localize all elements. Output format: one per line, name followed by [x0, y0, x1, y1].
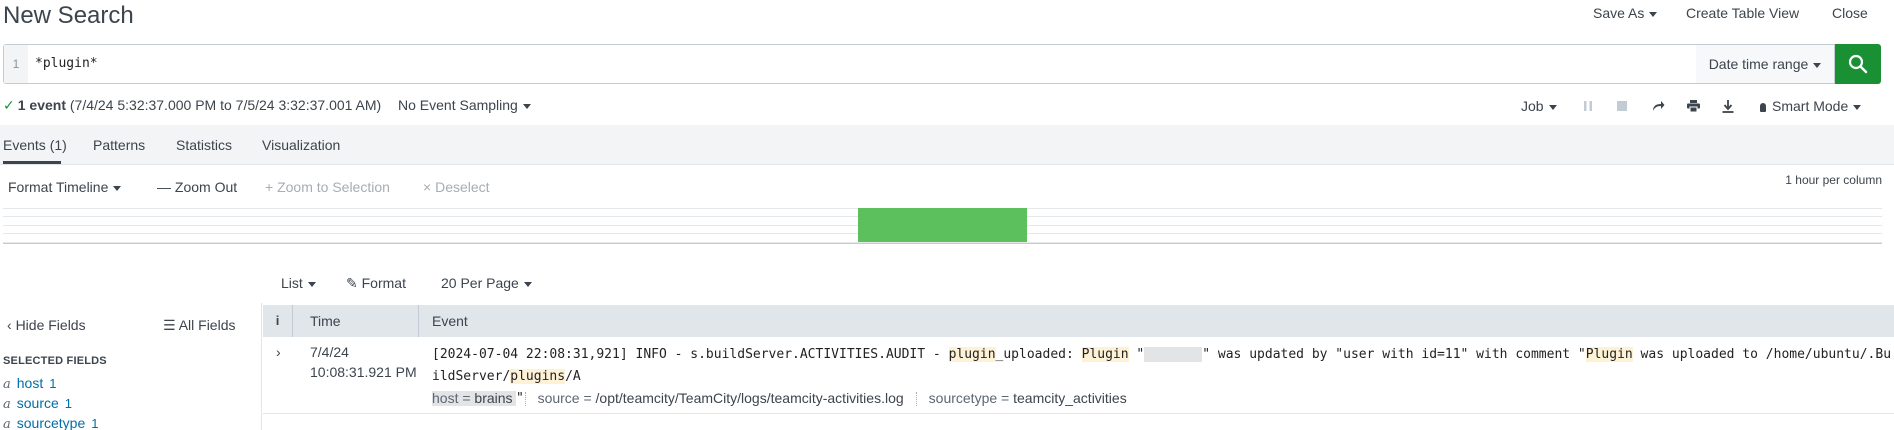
- save-as-menu[interactable]: Save As: [1593, 5, 1657, 21]
- chevron-left-icon: ‹: [7, 317, 12, 333]
- field-type-icon: a: [3, 377, 11, 392]
- field-name: host: [16, 375, 44, 391]
- check-icon: ✓: [3, 97, 15, 113]
- event-time: 10:08:31.921 PM: [310, 364, 417, 380]
- selected-fields-heading: SELECTED FIELDS: [3, 355, 107, 367]
- event-date: 7/4/24: [310, 344, 349, 360]
- field-source[interactable]: a source 1: [3, 395, 72, 412]
- tab-events[interactable]: Events (1): [3, 137, 67, 153]
- stop-button[interactable]: [1612, 96, 1632, 116]
- field-host[interactable]: a host 1: [3, 375, 56, 392]
- create-table-view-button[interactable]: Create Table View: [1686, 5, 1799, 21]
- field-sourcetype[interactable]: a sourcetype 1: [3, 415, 98, 430]
- hide-fields-label: Hide Fields: [15, 317, 86, 333]
- field-separator: [915, 392, 917, 407]
- x-icon: ×: [423, 179, 436, 195]
- zoom-out-button[interactable]: — Zoom Out: [157, 179, 237, 195]
- field-type-icon: a: [3, 397, 11, 412]
- deselect-label: Deselect: [435, 179, 490, 195]
- field-count: 1: [49, 376, 57, 391]
- info-column-header: i: [263, 305, 293, 337]
- pause-button[interactable]: [1578, 96, 1598, 116]
- list-view-menu[interactable]: List: [281, 275, 316, 291]
- stop-icon: [1617, 101, 1627, 111]
- tab-visualization[interactable]: Visualization: [262, 137, 340, 153]
- event-count: 1 event: [17, 97, 66, 113]
- per-page-menu[interactable]: 20 Per Page: [441, 275, 532, 291]
- tab-statistics[interactable]: Statistics: [176, 137, 232, 153]
- search-term-highlight: Plugin: [1081, 347, 1129, 362]
- print-button[interactable]: [1683, 96, 1703, 116]
- field-type-icon: a: [3, 417, 11, 430]
- source-field-key: source =: [537, 390, 592, 406]
- job-status: ✓ 1 event (7/4/24 5:32:37.000 PM to 7/5/2…: [3, 97, 381, 114]
- zoom-out-label: Zoom Out: [174, 179, 238, 195]
- field-count: 1: [64, 396, 73, 411]
- search-mode-label: Smart Mode: [1772, 98, 1861, 114]
- row-divider: [263, 413, 1894, 414]
- event-text-segment: [2024-07-04 22:08:31,921] INFO - s.build…: [432, 347, 949, 362]
- sourcetype-field-key: sourcetype =: [928, 390, 1010, 406]
- pause-icon: [1584, 101, 1592, 111]
- search-term-highlight: plugins: [510, 369, 566, 384]
- search-mode-menu[interactable]: Smart Mode: [1760, 98, 1861, 114]
- deselect-button[interactable]: × Deselect: [423, 179, 490, 195]
- host-field-value[interactable]: brains: [474, 390, 512, 406]
- pin-icon: [1760, 102, 1766, 112]
- zoom-to-selection-button[interactable]: + Zoom to Selection: [265, 179, 390, 195]
- search-button[interactable]: [1835, 44, 1881, 84]
- event-sampling-menu[interactable]: No Event Sampling: [398, 97, 531, 113]
- line-number: 1: [4, 45, 28, 83]
- host-field-key: host =: [432, 390, 471, 406]
- event-column-header: Event: [432, 313, 468, 329]
- minus-icon: —: [157, 179, 175, 195]
- all-fields-button[interactable]: ☰ All Fields: [163, 317, 235, 334]
- chevron-right-icon[interactable]: ›: [276, 344, 281, 360]
- export-button[interactable]: [1718, 96, 1738, 116]
- pencil-icon: ✎: [346, 275, 358, 291]
- field-name: source: [16, 395, 59, 411]
- search-icon: [1848, 54, 1868, 74]
- zoom-to-selection-label: Zoom to Selection: [277, 179, 390, 195]
- timeline-scale-label: 1 hour per column: [1785, 173, 1882, 187]
- field-name: sourcetype: [16, 415, 86, 430]
- plus-icon: +: [265, 179, 278, 195]
- date-range-picker[interactable]: Date time range: [1696, 44, 1835, 84]
- event-text-segment: /A: [565, 369, 581, 384]
- search-input[interactable]: 1 *plugin*: [3, 44, 1699, 84]
- share-button[interactable]: [1648, 96, 1668, 116]
- job-menu[interactable]: Job: [1521, 98, 1557, 114]
- format-label: Format: [361, 275, 406, 291]
- event-text-segment: _uploaded:: [995, 347, 1082, 362]
- time-range-text: (7/4/24 5:32:37.000 PM to 7/5/24 3:32:37…: [69, 97, 382, 113]
- search-term-highlight: plugin: [948, 347, 996, 362]
- download-icon: [1722, 99, 1734, 113]
- format-timeline-menu[interactable]: Format Timeline: [8, 179, 121, 195]
- event-text-segment: " was updated by "user with id=11" with …: [1202, 347, 1586, 362]
- tab-patterns[interactable]: Patterns: [93, 137, 145, 153]
- time-column-header[interactable]: Time: [310, 305, 341, 337]
- field-count: 1: [91, 416, 99, 430]
- hide-fields-button[interactable]: ‹ Hide Fields: [7, 317, 86, 333]
- column-divider: [418, 305, 419, 337]
- redacted-block: [1144, 347, 1203, 362]
- source-field-value[interactable]: /opt/teamcity/TeamCity/logs/teamcity-act…: [596, 390, 904, 406]
- all-fields-label: All Fields: [178, 317, 236, 333]
- search-term-highlight: Plugin: [1585, 347, 1633, 362]
- print-icon: [1686, 100, 1700, 112]
- event-text-segment: ": [1128, 347, 1145, 362]
- sourcetype-field-value[interactable]: teamcity_activities: [1013, 390, 1127, 406]
- field-separator: [524, 392, 526, 407]
- search-query-text[interactable]: *plugin*: [35, 45, 98, 83]
- share-icon: [1652, 101, 1664, 111]
- active-tab-indicator: [3, 161, 61, 164]
- list-icon: ☰: [163, 317, 176, 333]
- format-button[interactable]: ✎ Format: [346, 275, 406, 292]
- events-table-header: [263, 305, 1894, 337]
- close-button[interactable]: Close: [1832, 5, 1868, 21]
- timeline-bar[interactable]: [858, 208, 1027, 242]
- timeline-baseline: [3, 243, 1882, 244]
- event-field-summary: host = brains source = /opt/teamcity/Team…: [432, 390, 1127, 407]
- page-title: New Search: [3, 2, 134, 29]
